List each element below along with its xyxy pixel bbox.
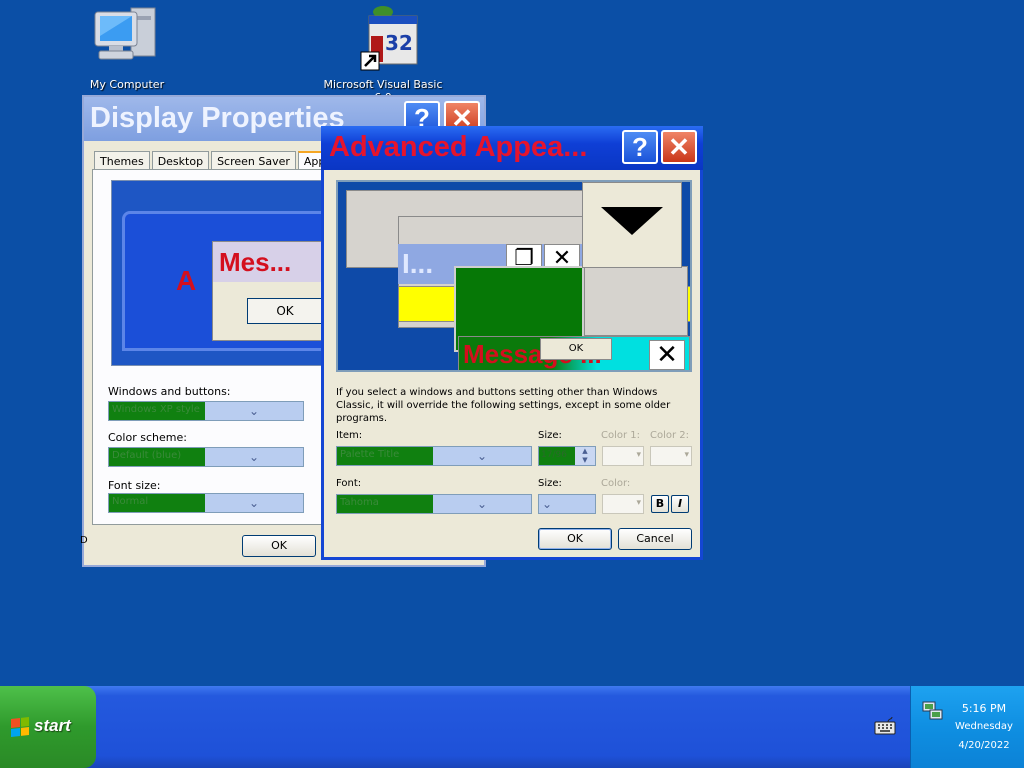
chevron-down-icon: ▾ bbox=[636, 498, 641, 508]
font-size-select[interactable]: Normal ⌄ bbox=[108, 493, 304, 513]
visual-basic-icon: 32 bbox=[347, 2, 419, 74]
override-note: If you select a windows and buttons sett… bbox=[336, 387, 671, 424]
font-select[interactable]: Tahoma ⌄ bbox=[336, 494, 532, 514]
font-size-label: Size: bbox=[538, 478, 562, 489]
scroll-down-arrow-icon bbox=[601, 207, 663, 235]
taskbar: start 5:16 PM Wednesday 4/20/2022 bbox=[0, 686, 1024, 768]
windows-logo-icon bbox=[11, 717, 29, 737]
color1-picker: ▾ bbox=[602, 446, 644, 466]
desktop-icon-visual-basic[interactable]: 32 Microsoft Visual Basic 6.0 bbox=[318, 2, 448, 104]
tab-themes[interactable]: Themes bbox=[94, 151, 150, 171]
windows-and-buttons-value: Windows XP style bbox=[109, 402, 205, 420]
system-tray: 5:16 PM Wednesday 4/20/2022 bbox=[910, 686, 1024, 768]
font-size-select[interactable]: ⌄ bbox=[538, 494, 596, 514]
chevron-down-icon: ▾ bbox=[684, 450, 689, 460]
preview-scrollbar bbox=[582, 182, 682, 268]
chevron-down-icon: ▾ bbox=[636, 450, 641, 460]
font-size-value: Normal bbox=[109, 494, 205, 512]
start-button[interactable]: start bbox=[0, 686, 96, 768]
help-button[interactable]: ? bbox=[622, 130, 658, 164]
clock-date: 4/20/2022 bbox=[958, 740, 1010, 751]
item-size-label: Size: bbox=[538, 430, 562, 441]
chevron-down-icon: ⌄ bbox=[476, 497, 488, 511]
desktop-icon-label: My Computer bbox=[89, 78, 165, 91]
preview-partial-text: A bbox=[176, 265, 197, 296]
preview-ok-button: OK bbox=[540, 338, 612, 360]
window-title: Display Properties bbox=[90, 102, 345, 134]
close-button[interactable]: ✕ bbox=[661, 130, 697, 164]
window-title: Advanced Appea... bbox=[329, 131, 588, 163]
bold-button[interactable]: B bbox=[651, 495, 669, 513]
color1-label: Color 1: bbox=[601, 430, 641, 441]
windows-and-buttons-label: Windows and buttons: bbox=[108, 385, 231, 398]
preview-message-title: Mes... bbox=[213, 242, 330, 282]
ok-button[interactable]: OK bbox=[242, 535, 316, 557]
keyboard-icon[interactable] bbox=[874, 716, 896, 736]
advanced-preview[interactable]: I... ❐ ✕ Message ... ✕ OK bbox=[336, 180, 692, 372]
font-color-picker: ▾ bbox=[602, 494, 644, 514]
spinner-arrows-icon[interactable]: ▲ ▼ bbox=[575, 447, 595, 465]
chevron-down-icon: ⌄ bbox=[476, 449, 488, 463]
partial-label: D bbox=[80, 535, 88, 546]
color2-label: Color 2: bbox=[650, 430, 690, 441]
item-label: Item: bbox=[336, 430, 363, 441]
network-icon[interactable] bbox=[921, 700, 945, 722]
font-label: Font: bbox=[336, 478, 362, 489]
font-color-label: Color: bbox=[601, 478, 631, 489]
cancel-button[interactable]: Cancel bbox=[618, 528, 692, 550]
preview-menu-area bbox=[584, 266, 688, 336]
advanced-appearance-window: Advanced Appea... ? ✕ I... ❐ ✕ Message .… bbox=[321, 126, 703, 560]
appearance-preview: A Mes... OK bbox=[111, 180, 331, 366]
my-computer-icon bbox=[91, 2, 163, 74]
close-icon: ✕ bbox=[649, 340, 685, 370]
clock-time[interactable]: 5:16 PM bbox=[947, 702, 1021, 715]
italic-button[interactable]: I bbox=[671, 495, 689, 513]
preview-message-box: Mes... OK bbox=[212, 241, 330, 341]
ok-button[interactable]: OK bbox=[538, 528, 612, 550]
color-scheme-select[interactable]: Default (blue) ⌄ bbox=[108, 447, 304, 467]
tab-screen-saver[interactable]: Screen Saver bbox=[211, 151, 296, 171]
font-size-label: Font size: bbox=[108, 479, 161, 492]
color-scheme-value: Default (blue) bbox=[109, 448, 205, 466]
chevron-down-icon: ⌄ bbox=[248, 496, 260, 510]
item-size-value: 17/96 bbox=[539, 447, 575, 465]
item-size-spinner[interactable]: 17/96 ▲ ▼ bbox=[538, 446, 596, 466]
clock-day: Wednesday bbox=[955, 721, 1013, 732]
chevron-down-icon: ⌄ bbox=[248, 450, 260, 464]
color2-picker: ▾ bbox=[650, 446, 692, 466]
start-label: start bbox=[34, 716, 71, 735]
windows-and-buttons-select[interactable]: Windows XP style ⌄ bbox=[108, 401, 304, 421]
font-value: Tahoma bbox=[337, 495, 433, 513]
tab-desktop[interactable]: Desktop bbox=[151, 151, 210, 171]
chevron-down-icon: ⌄ bbox=[542, 497, 553, 511]
item-select[interactable]: Palette Title ⌄ bbox=[336, 446, 532, 466]
item-value: Palette Title bbox=[337, 447, 433, 465]
svg-text:32: 32 bbox=[385, 31, 413, 55]
preview-ok-button: OK bbox=[247, 298, 323, 324]
title-bar[interactable]: Advanced Appea... ? ✕ bbox=[321, 126, 703, 170]
color-scheme-label: Color scheme: bbox=[108, 431, 187, 444]
desktop-icon-my-computer[interactable]: My Computer bbox=[62, 2, 192, 91]
chevron-down-icon: ⌄ bbox=[248, 404, 260, 418]
appearance-panel: A Mes... OK bbox=[92, 169, 331, 525]
